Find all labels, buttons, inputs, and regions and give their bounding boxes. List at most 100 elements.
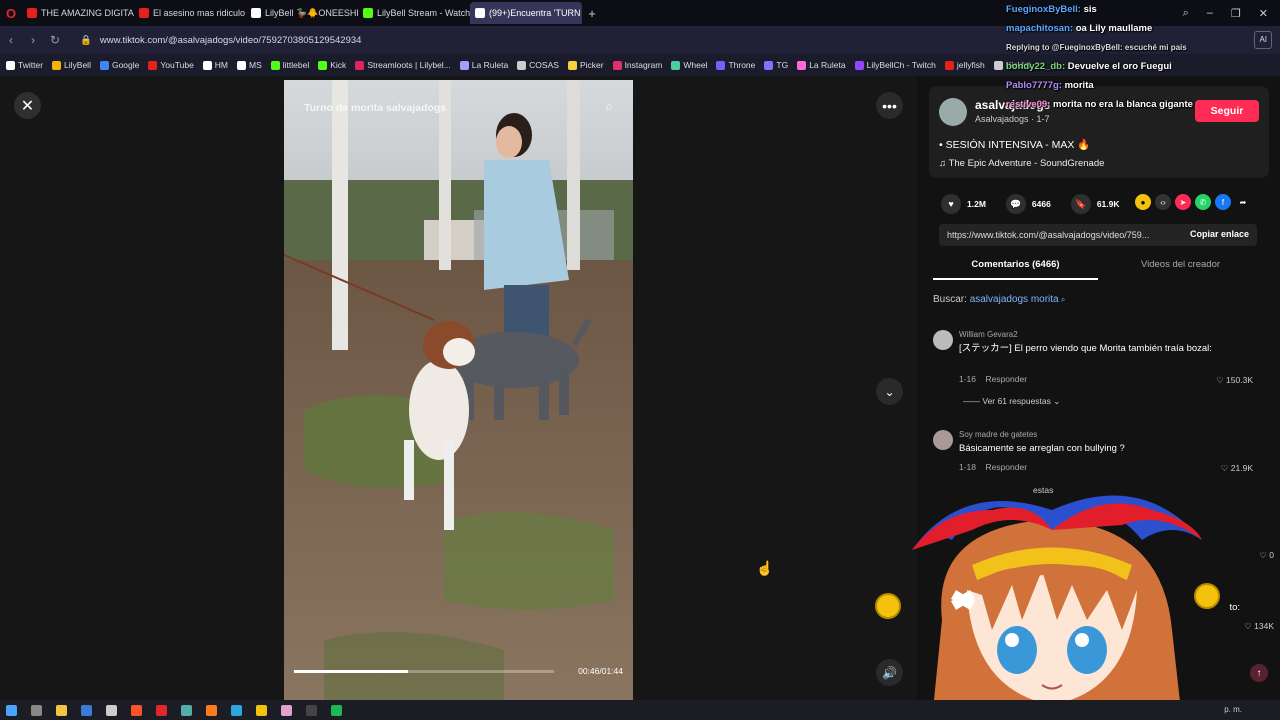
search-prefix: Buscar: [933,294,967,305]
share-arrow-icon[interactable]: ➦ [1235,194,1251,210]
copy-link-button[interactable]: Copiar enlace [1190,229,1249,239]
creator-avatar[interactable] [939,98,967,126]
chrome-icon[interactable] [256,704,267,716]
video-overlay-title: Turno de morita salvajadogs [304,102,447,114]
commenter-name[interactable]: Soy madre de gatetes [959,430,1037,439]
tab-creator-videos[interactable]: Videos del creador [1098,256,1263,280]
comment-stat[interactable]: 💬 6466 [1005,194,1051,214]
brave-icon[interactable] [131,704,142,716]
forward-icon[interactable]: › [22,33,44,47]
browser-tab-active[interactable]: (99+)Encuentra 'TURN [470,2,582,24]
bookmark-item[interactable]: MS [237,60,262,70]
edge-icon[interactable] [231,704,242,716]
view-replies-label: Ver 61 respuestas [982,396,1051,406]
bookmark-label: HM [214,60,229,70]
bookmark-item[interactable]: YouTube [148,60,194,70]
bookmark-item[interactable]: Throne [716,60,755,70]
browser-tab[interactable]: El asesino mas ridiculo de [134,2,246,24]
close-video-button[interactable]: ✕ [14,92,41,119]
bookmark-item[interactable]: Google [99,60,139,70]
bookmark-item[interactable]: COSAS [517,60,559,70]
reload-icon[interactable]: ↻ [44,33,66,47]
bookmark-item[interactable]: HM [202,60,229,70]
video-progress-bar[interactable] [294,670,554,673]
bookmark-label: jellyfish [956,60,985,70]
bookmark-item[interactable]: Streamloots | Lilybel... [355,60,451,70]
next-video-button[interactable]: ⌄ [876,378,903,405]
more-options-button[interactable]: ••• [876,92,903,119]
obs-icon[interactable] [306,704,317,716]
send-icon[interactable]: ➤ [1175,194,1191,210]
bookmark-item[interactable]: La Ruleta [797,60,846,70]
bookmark-label: Instagram [624,60,663,70]
bookmark-item[interactable]: jellyfish [944,60,985,70]
browser-tab[interactable]: LilyBell Stream - Watch Li [358,2,470,24]
browser-tab[interactable]: THE AMAZING DIGITAL CI [22,2,134,24]
commenter-avatar[interactable] [933,330,953,350]
tiktok-icon [475,8,485,18]
share-link-field[interactable]: https://www.tiktok.com/@asalvajadogs/vid… [939,224,1257,246]
app-icon[interactable] [81,704,92,716]
bookmark-label: Picker [579,60,604,70]
back-icon[interactable]: ‹ [0,33,22,47]
send-comment-button[interactable]: ↑ [1250,664,1268,682]
bookmark-item[interactable]: Kick [318,60,346,70]
bookmark-item[interactable]: LilyBellCh - Twitch [854,60,936,70]
chat-message: FueginoxByBell: sis [1006,0,1256,19]
taskbar-clock: p. m. [1224,705,1242,714]
commenter-name[interactable]: William Gevara2 [959,330,1018,339]
whatsapp-icon[interactable]: ✆ [1195,194,1211,210]
close-window-icon[interactable]: ✕ [1259,7,1268,20]
video-time: 00:46/01:44 [578,666,623,676]
comment-like[interactable]: ♡ 0 [1259,550,1274,561]
search-term-link[interactable]: asalvajadogs morita [970,294,1059,305]
related-search[interactable]: Buscar: asalvajadogs morita ⌕ [933,294,1065,305]
view-replies-button[interactable]: —— Ver 61 respuestas ⌄ [963,396,1060,407]
chat-text: Devuelve el oro Fuegui [1067,61,1172,72]
embed-icon[interactable]: ‹› [1155,194,1171,210]
ai-button[interactable]: AI [1254,31,1272,49]
youtube-icon [27,8,37,18]
video-search-icon[interactable]: ⌕ [605,98,613,115]
spotify-icon[interactable] [331,704,342,716]
bookmark-label: Throne [728,60,756,70]
comment-date: 1-16 [959,374,977,384]
reply-button[interactable]: Responder [985,374,1027,384]
bookmark-item[interactable]: La Ruleta [459,60,508,70]
comment-like-count: 0 [1269,550,1274,560]
opera-icon[interactable] [156,704,167,716]
bookmark-icon [944,60,954,70]
tab-comments[interactable]: Comentarios (6466) [933,256,1098,280]
bookmark-item[interactable]: LilyBell [52,60,91,70]
new-tab-button[interactable]: + [582,6,602,21]
bookmark-label: COSAS [529,60,559,70]
music-info[interactable]: ♫ The Epic Adventure - SoundGrenade [939,158,1104,169]
app-icon[interactable] [31,704,42,716]
like-stat[interactable]: ♥ 1.2M [941,194,986,214]
folder-icon[interactable] [56,704,67,716]
firefox-icon[interactable] [206,704,217,716]
bookmark-item[interactable]: Picker [567,60,604,70]
coin-icon[interactable]: ● [1135,194,1151,210]
bookmark-item[interactable]: littlebel [270,60,309,70]
app-icon[interactable] [281,704,292,716]
windows-start-icon[interactable] [6,704,17,716]
video-player[interactable]: Turno de morita salvajadogs ⌕ 00:46/01:4… [284,80,633,700]
url-field[interactable]: 🔒 www.tiktok.com/@asalvajadogs/video/759… [80,35,361,46]
facebook-icon[interactable]: f [1215,194,1231,210]
bookmark-item[interactable]: Twitter [6,60,43,70]
comment-item: William Gevara2 [ステッカー] El perro viendo … [933,330,1273,410]
browser-tab[interactable]: LilyBell 🦆🐥ONEESHI (@ [246,2,358,24]
bookmark-icon [202,60,212,70]
comment-like[interactable]: ♡ 134K [1244,621,1274,632]
bookmark-item[interactable]: Instagram [612,60,663,70]
comment-like[interactable]: ♡ 150.3K [1216,375,1253,386]
app-icon[interactable] [181,704,192,716]
comment-text: Básicamente se arreglan con bullying ? [959,443,1125,454]
bookmark-item[interactable]: Wheel [671,60,707,70]
app-icon[interactable] [106,704,117,716]
opera-logo-icon[interactable]: O [0,0,22,26]
save-stat[interactable]: 🔖 61.9K [1070,194,1120,214]
bookmark-item[interactable]: TG [764,60,788,70]
commenter-avatar[interactable] [933,430,953,450]
